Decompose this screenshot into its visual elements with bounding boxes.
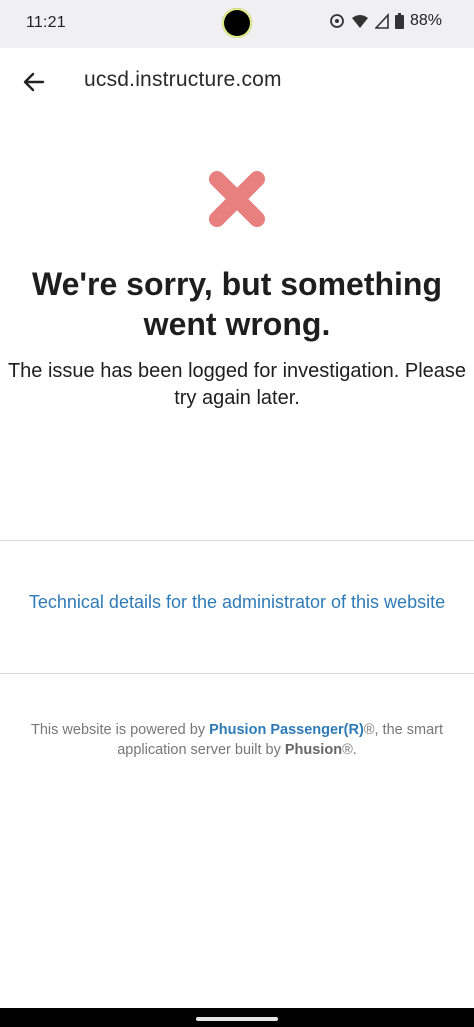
battery-icon <box>394 13 404 29</box>
wifi-icon <box>351 13 369 29</box>
phusion-passenger-link[interactable]: Phusion Passenger(R) <box>209 722 364 738</box>
status-icons: 88% <box>329 12 442 30</box>
camera-cutout <box>222 8 252 38</box>
status-bar: 11:21 88% <box>0 0 474 48</box>
divider <box>0 673 474 674</box>
browser-app-bar: ucsd.instructure.com <box>0 48 474 116</box>
footer-prefix: This website is powered by <box>31 722 210 738</box>
back-button[interactable] <box>14 62 54 102</box>
status-time: 11:21 <box>26 14 66 31</box>
error-message: The issue has been logged for investigat… <box>7 360 467 409</box>
technical-details-link[interactable]: Technical details for the administrator … <box>0 592 474 613</box>
x-mark-icon <box>206 168 268 230</box>
error-title: We're sorry, but something went wrong. <box>31 266 443 342</box>
gesture-handle[interactable] <box>196 1017 278 1021</box>
phusion-name: Phusion <box>284 742 343 758</box>
divider <box>0 540 474 541</box>
signal-icon <box>374 13 389 29</box>
page: 11:21 88% ucsd.instructure.com We're sor… <box>0 0 474 1027</box>
site-url[interactable]: ucsd.instructure.com <box>84 68 282 92</box>
arrow-left-icon <box>23 72 45 92</box>
navigation-bar <box>0 1008 474 1027</box>
footer-suffix: ®. <box>342 742 357 758</box>
footer-text: This website is powered by Phusion Passe… <box>10 720 464 760</box>
sync-icon <box>329 13 345 29</box>
battery-percent: 88% <box>409 12 442 29</box>
